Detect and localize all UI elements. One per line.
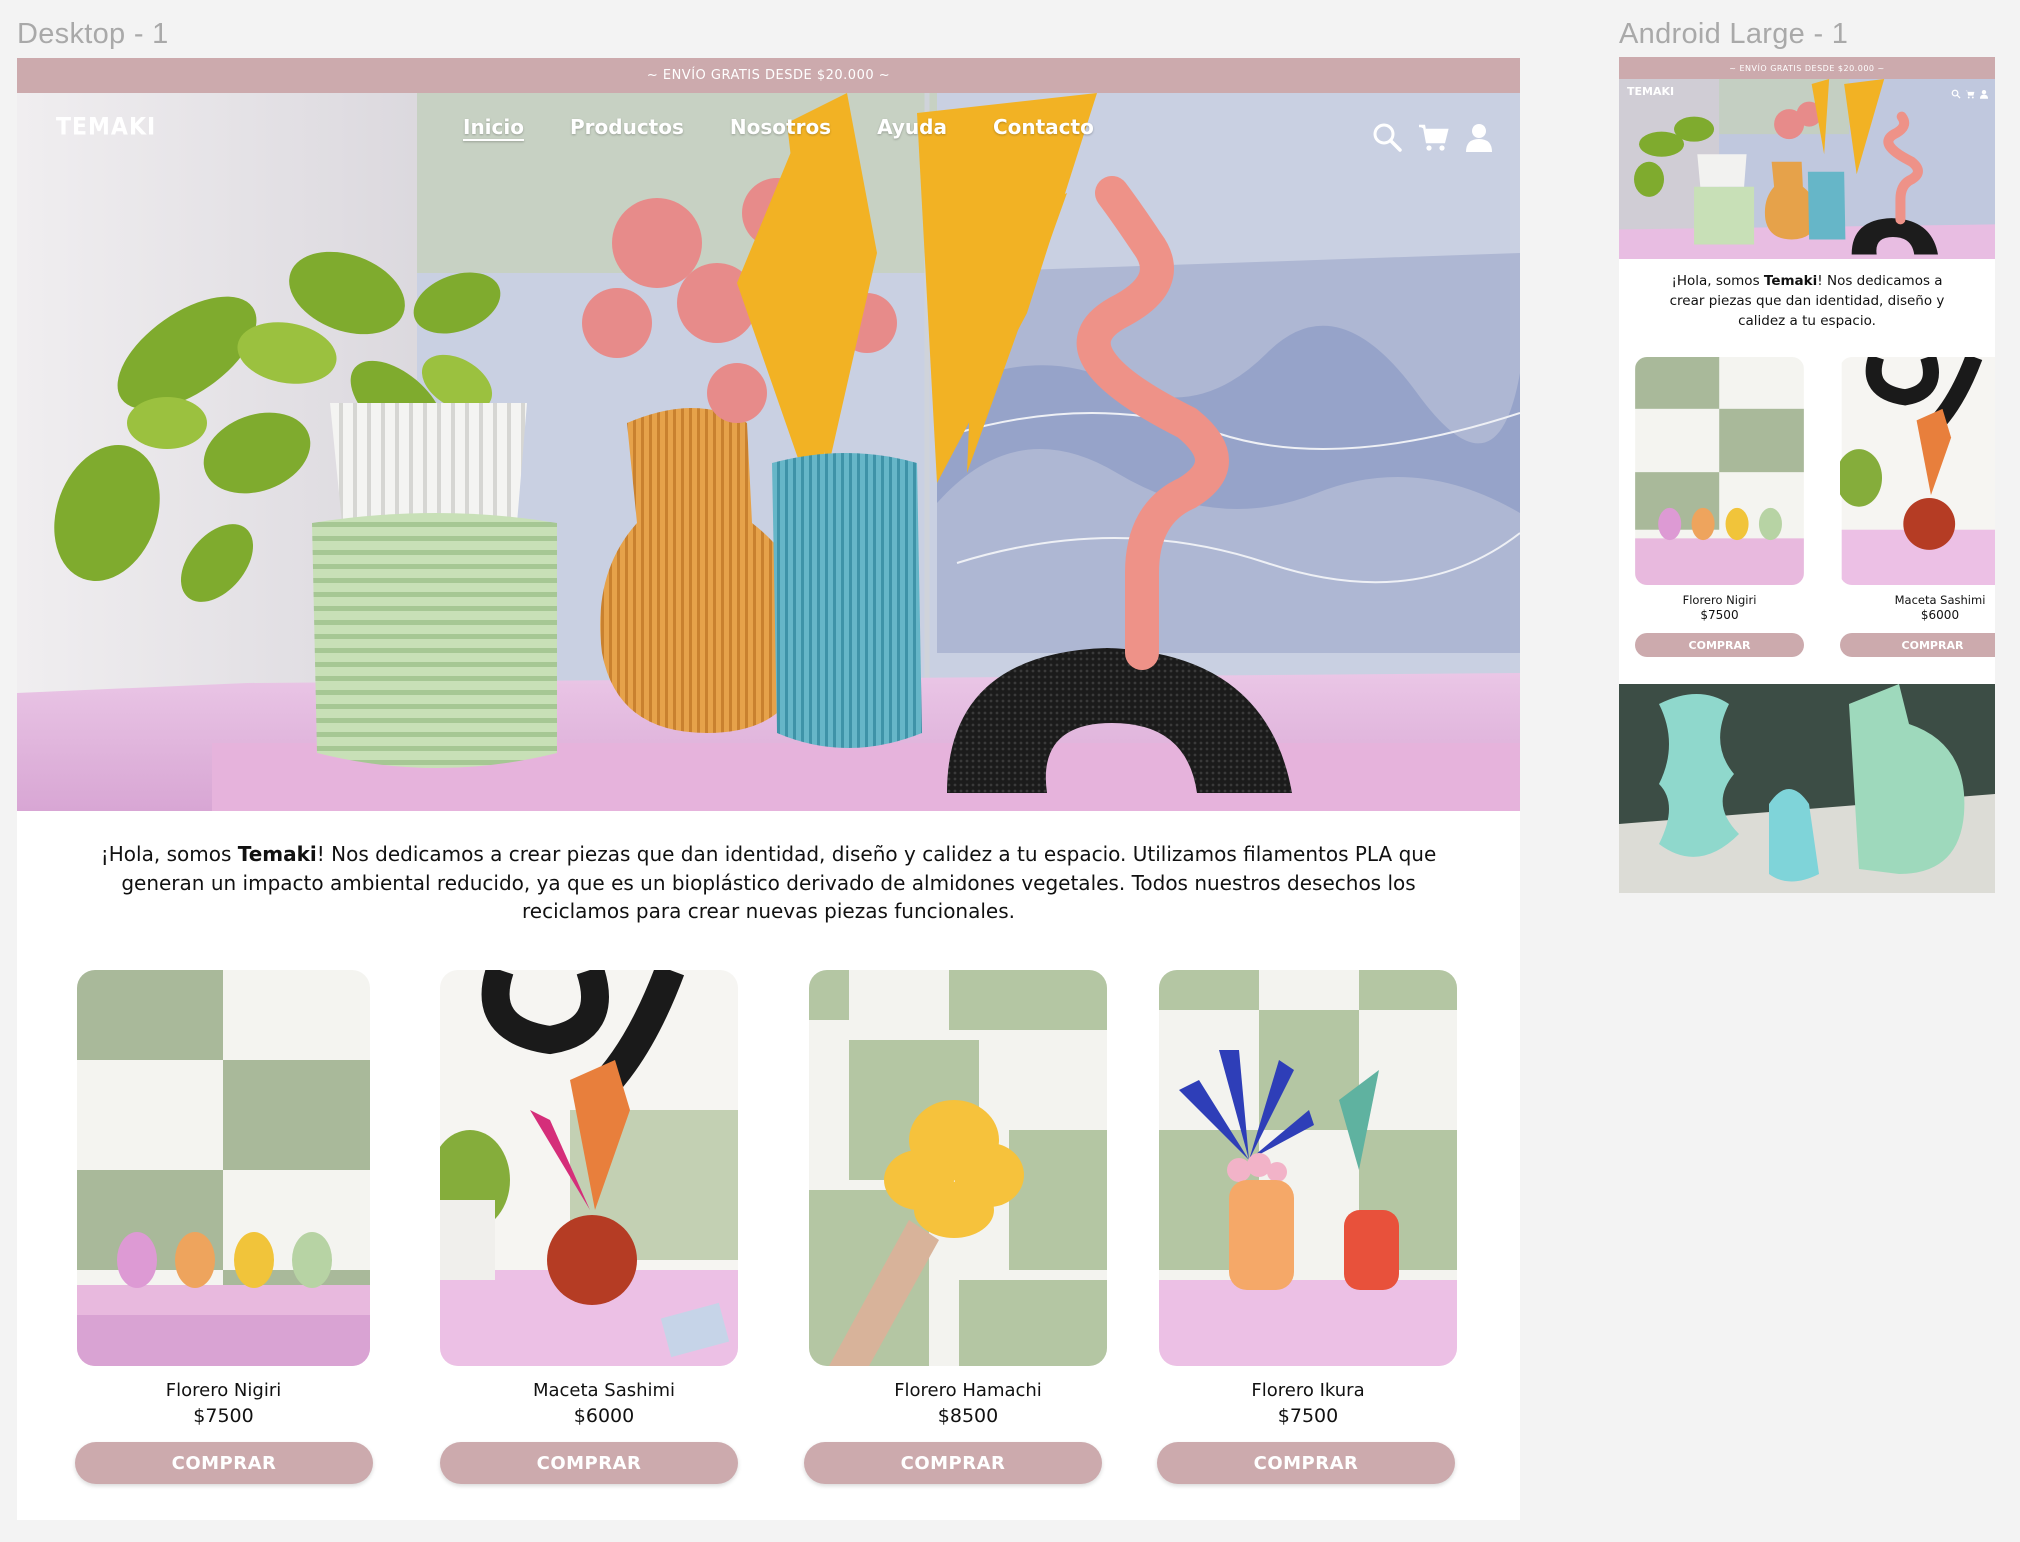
mobile-product-image-sashimi[interactable] [1840, 357, 1995, 585]
nav-item-ayuda[interactable]: Ayuda [877, 115, 947, 139]
search-icon[interactable] [1951, 84, 1961, 99]
product-name: Florero Ikura [1251, 1380, 1365, 1401]
user-icon[interactable] [1979, 84, 1989, 99]
product-card: Florero Ikura $7500 COMPRAR [1157, 970, 1457, 1484]
buy-button-nigiri[interactable]: COMPRAR [75, 1442, 373, 1484]
buy-button-hamachi[interactable]: COMPRAR [804, 1442, 1102, 1484]
mobile-product-name: Maceta Sashimi [1894, 593, 1986, 607]
product-name: Florero Nigiri [165, 1380, 282, 1401]
mobile-buy-button-sashimi[interactable]: COMPRAR [1840, 633, 1995, 657]
product-card: Florero Nigiri $7500 COMPRAR [75, 970, 373, 1484]
mobile-nav-icons [1951, 84, 1989, 99]
nav-icons [1371, 121, 1495, 153]
main-nav: TEMAKI Inicio Productos Nosotros Ayuda C… [17, 93, 1520, 173]
mobile-product-image-nigiri[interactable] [1635, 357, 1804, 585]
mobile-product-card: Florero Nigiri $7500 COMPRAR [1635, 357, 1804, 657]
intro-text: ¡Hola, somos Temaki! Nos dedicamos a cre… [100, 842, 1437, 923]
mobile-brand-logo[interactable]: TEMAKI [1627, 85, 1674, 98]
mobile-lifestyle-image [1619, 684, 1995, 893]
nav-item-inicio[interactable]: Inicio [463, 115, 524, 139]
mobile-hero-banner: TEMAKI [1619, 79, 1995, 259]
product-image-hamachi[interactable] [809, 970, 1107, 1366]
mobile-frame-title: Android Large - 1 [1619, 18, 1849, 50]
brand-logo[interactable]: TEMAKI [56, 114, 156, 142]
mobile-hero-image [1619, 79, 1995, 259]
buy-button-sashimi[interactable]: COMPRAR [440, 1442, 738, 1484]
product-price: $7500 [193, 1405, 254, 1427]
product-card: Florero Hamachi $8500 COMPRAR [804, 970, 1127, 1484]
desktop-frame-title: Desktop - 1 [17, 18, 169, 50]
promo-banner: ~ ENVÍO GRATIS DESDE $20.000 ~ [17, 58, 1520, 93]
mobile-frame: ~ ENVÍO GRATIS DESDE $20.000 ~ TEMAKI ¡H… [1619, 57, 1995, 893]
product-price: $7500 [1277, 1405, 1339, 1427]
intro-brand: Temaki [237, 842, 317, 866]
mobile-product-price: $6000 [1920, 608, 1960, 622]
product-image-nigiri[interactable] [77, 970, 370, 1366]
mobile-promo-banner: ~ ENVÍO GRATIS DESDE $20.000 ~ [1619, 57, 1995, 79]
product-image-sashimi[interactable] [440, 970, 738, 1366]
product-grid: Florero Nigiri $7500 COMPRAR Maceta Sash… [17, 970, 1520, 1490]
nav-menu: Inicio Productos Nosotros Ayuda Contacto [463, 115, 1140, 139]
desktop-frame: ~ ENVÍO GRATIS DESDE $20.000 ~ TEMAKI In… [17, 58, 1520, 1520]
nav-item-productos[interactable]: Productos [570, 115, 684, 139]
cart-icon[interactable] [1417, 121, 1449, 153]
product-name: Maceta Sashimi [532, 1380, 676, 1401]
cart-icon[interactable] [1965, 84, 1975, 99]
nav-item-nosotros[interactable]: Nosotros [730, 115, 831, 139]
mobile-product-price: $7500 [1700, 608, 1739, 622]
product-name: Florero Hamachi [894, 1380, 1042, 1401]
product-card: Maceta Sashimi $6000 COMPRAR [440, 970, 768, 1484]
product-price: $6000 [573, 1405, 635, 1427]
mobile-product-card: Maceta Sashimi $6000 COMPRAR [1840, 357, 1995, 657]
product-image-ikura[interactable] [1159, 970, 1457, 1366]
mobile-intro-brand: Temaki [1763, 273, 1818, 289]
hero-image [17, 93, 1520, 811]
mobile-buy-button-nigiri[interactable]: COMPRAR [1635, 633, 1804, 657]
search-icon[interactable] [1371, 121, 1403, 153]
user-icon[interactable] [1463, 121, 1495, 153]
hero-banner: TEMAKI Inicio Productos Nosotros Ayuda C… [17, 93, 1520, 811]
nav-item-contacto[interactable]: Contacto [993, 115, 1094, 139]
mobile-product-name: Florero Nigiri [1682, 593, 1757, 607]
buy-button-ikura[interactable]: COMPRAR [1157, 1442, 1455, 1484]
product-price: $8500 [937, 1405, 999, 1427]
mobile-intro-text: ¡Hola, somos Temaki! Nos dedicamos a cre… [1669, 273, 1945, 329]
